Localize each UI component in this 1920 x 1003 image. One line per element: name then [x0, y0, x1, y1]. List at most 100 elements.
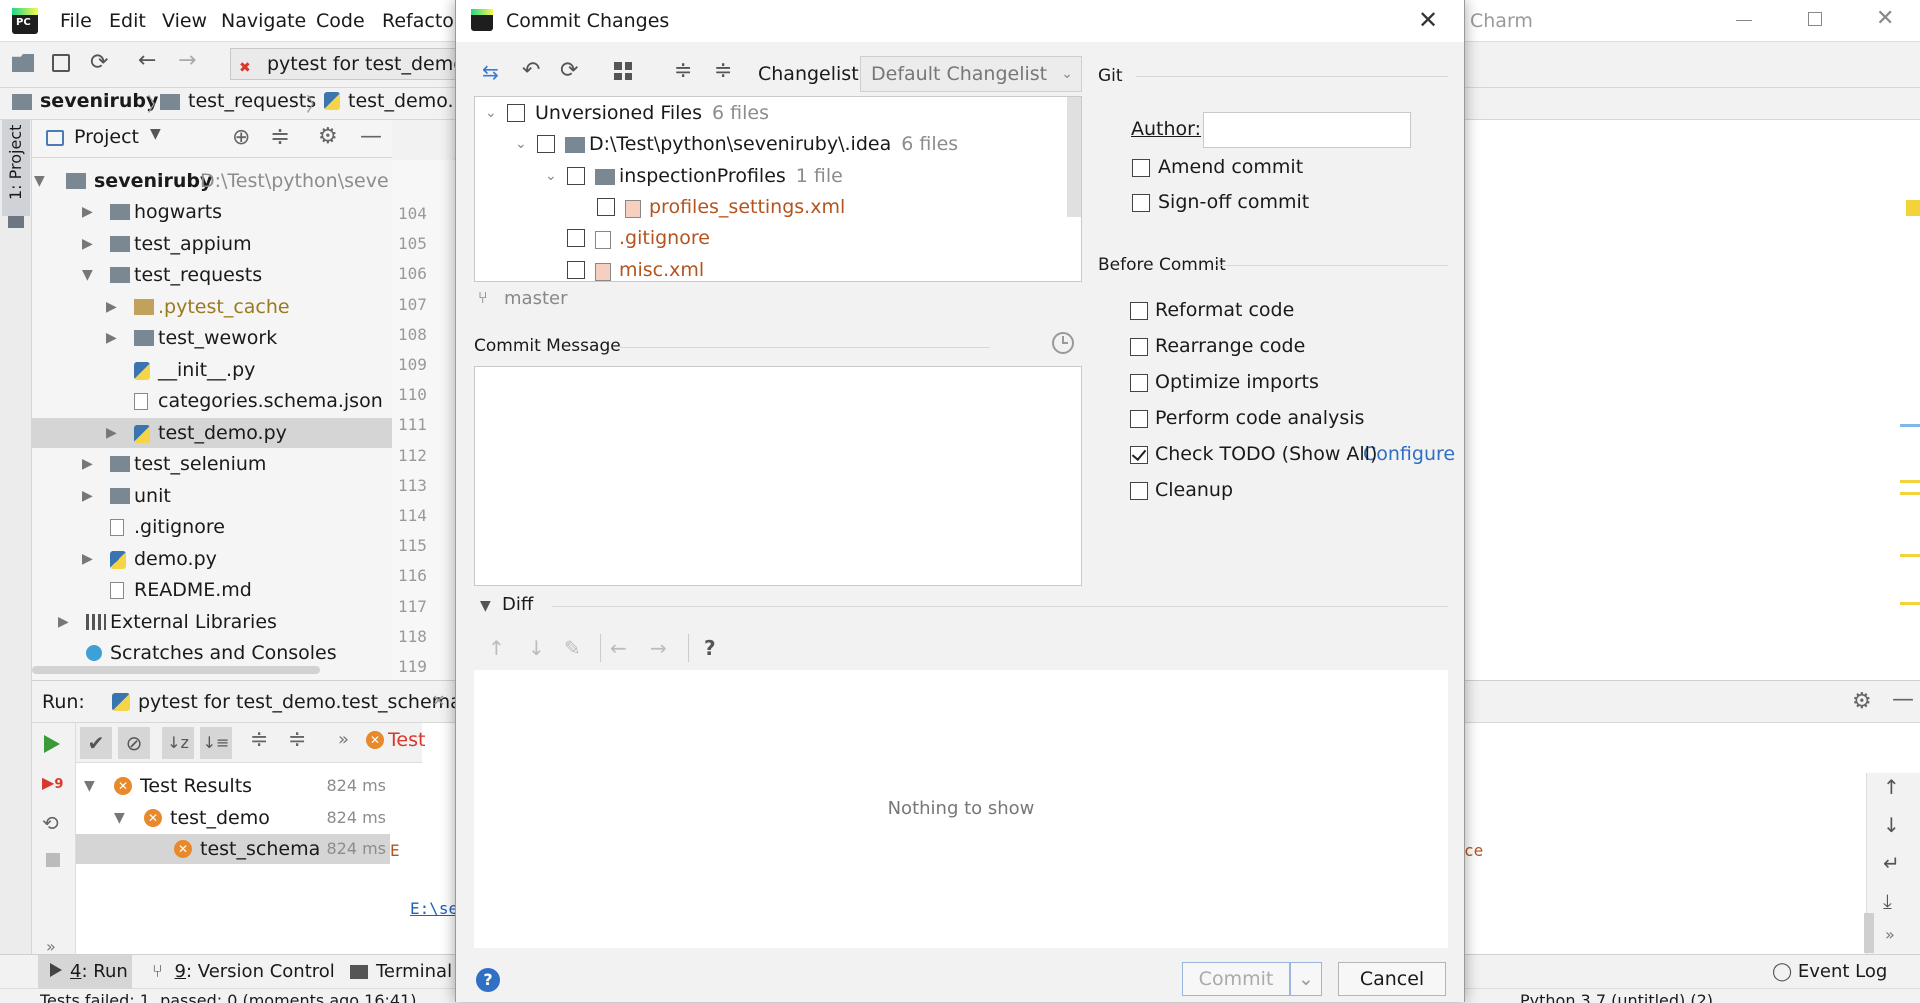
breadcrumb-file[interactable]: test_demo.p	[348, 90, 466, 112]
project-tree-item[interactable]: Scratches and Consoles	[32, 638, 392, 668]
chevron-down-icon[interactable]: ⌄	[515, 129, 527, 159]
show-passed-icon[interactable]: ✔	[80, 727, 112, 759]
run-tab-label[interactable]: pytest for test_demo.test_schema	[138, 691, 462, 713]
project-tree-item[interactable]: ▼ test_requests	[32, 260, 392, 290]
menu-edit[interactable]: Edit	[109, 10, 146, 32]
project-tree-item[interactable]: ▶ External Libraries	[32, 607, 392, 637]
amend-commit-label[interactable]: Amend commit	[1158, 156, 1303, 178]
breadcrumb-folder[interactable]: test_requests	[188, 90, 316, 112]
changelist-dropdown[interactable]: Default Changelist ⌄	[860, 56, 1082, 92]
stop-icon[interactable]	[46, 853, 60, 867]
file-checkbox[interactable]	[597, 197, 615, 216]
chevron-right-icon[interactable]: ▶	[82, 481, 93, 511]
menu-file[interactable]: File	[60, 10, 92, 32]
project-tree-item[interactable]: README.md	[32, 575, 392, 605]
history-icon[interactable]	[1052, 332, 1074, 354]
commit-message-input[interactable]	[474, 366, 1082, 586]
chevron-down-icon[interactable]: ▼	[480, 598, 491, 614]
close-tab-icon[interactable]: ✕	[432, 691, 445, 710]
open-folder-icon[interactable]	[12, 54, 34, 72]
project-root[interactable]: ▼ seveniruby D:\Test\python\seveni	[32, 166, 392, 196]
project-tree-item[interactable]: __init__.py	[32, 355, 392, 385]
help-button[interactable]: ?	[476, 968, 500, 992]
arrow-up-icon[interactable]: ↑	[1883, 775, 1900, 799]
group-by-icon[interactable]	[614, 62, 632, 80]
commit-button[interactable]: Commit	[1182, 962, 1290, 996]
chevron-down-icon[interactable]: ▼	[150, 126, 161, 142]
chevron-down-icon[interactable]: ⌄	[485, 98, 497, 128]
rollback-icon[interactable]: ↶	[522, 58, 540, 83]
changes-tree-item[interactable]: profiles_settings.xml	[475, 192, 1065, 222]
tab-terminal[interactable]: Terminal	[350, 961, 452, 982]
test-result-row[interactable]: ▼ ✕ Test Results 824 ms	[76, 771, 390, 801]
file-checkbox[interactable]	[567, 166, 585, 185]
project-tree-item[interactable]: ▶ test_appium	[32, 229, 392, 259]
minimize-icon[interactable]	[1736, 20, 1752, 21]
vertical-scrollbar[interactable]	[1067, 97, 1081, 217]
chevron-right-icon[interactable]: ▶	[82, 449, 93, 479]
hide-panel-icon[interactable]: —	[360, 124, 382, 149]
before-commit-option-label[interactable]: Perform code analysis	[1155, 407, 1364, 429]
commit-options-dropdown[interactable]: ⌄	[1290, 962, 1322, 996]
horizontal-scrollbar[interactable]	[32, 666, 320, 674]
hide-panel-icon[interactable]: —	[1892, 687, 1914, 712]
soft-wrap-icon[interactable]: ↵	[1883, 851, 1900, 875]
before-commit-checkbox[interactable]	[1130, 302, 1148, 320]
chevron-right-icon[interactable]: ▶	[106, 292, 117, 322]
tab-run[interactable]: 4: Run	[38, 955, 132, 989]
changes-tree-item[interactable]: ⌄ inspectionProfiles 1 file	[475, 161, 1065, 191]
save-icon[interactable]	[52, 54, 70, 72]
project-tree-item[interactable]: ▶ demo.py	[32, 544, 392, 574]
project-tree-item[interactable]: ▶ test_selenium	[32, 449, 392, 479]
sort-alpha-icon[interactable]: ↓z	[162, 727, 194, 759]
back-icon[interactable]: ←	[138, 48, 156, 73]
console-path-link[interactable]: E:\se	[410, 899, 458, 918]
project-panel-title[interactable]: Project	[74, 126, 139, 148]
before-commit-option-label[interactable]: Check TODO (Show All)	[1155, 443, 1377, 465]
test-result-row[interactable]: ✕ test_schema 824 ms	[76, 834, 390, 864]
warning-marker[interactable]	[1906, 200, 1920, 216]
chevron-right-icon[interactable]: ▶	[82, 544, 93, 574]
before-commit-checkbox[interactable]	[1130, 374, 1148, 392]
before-commit-option-label[interactable]: Optimize imports	[1155, 371, 1319, 393]
author-input[interactable]	[1203, 112, 1411, 148]
changes-tree-item[interactable]: .gitignore	[475, 223, 1065, 253]
close-icon[interactable]: ✕	[1418, 6, 1438, 34]
scroll-to-end-icon[interactable]: ⤓	[1883, 889, 1892, 913]
arrow-down-icon[interactable]: ↓	[528, 636, 545, 660]
chevron-right-icon[interactable]: ▶	[106, 323, 117, 353]
menu-code[interactable]: Code	[316, 10, 365, 32]
expand-all-icon[interactable]: ≑	[674, 58, 692, 83]
edit-source-icon[interactable]: ✎	[564, 636, 581, 660]
before-commit-checkbox[interactable]	[1130, 338, 1148, 356]
before-commit-option-label[interactable]: Reformat code	[1155, 299, 1294, 321]
arrow-right-icon[interactable]: →	[650, 636, 667, 660]
refresh-icon[interactable]: ⟳	[560, 58, 578, 83]
restore-icon[interactable]	[1808, 12, 1822, 26]
chevron-right-icon[interactable]: ▶	[106, 418, 117, 448]
vertical-scrollbar[interactable]	[1864, 913, 1874, 953]
arrow-down-icon[interactable]: ↓	[1883, 813, 1900, 837]
menu-navigate[interactable]: Navigate	[221, 10, 306, 32]
gear-icon[interactable]: ⚙	[318, 124, 338, 149]
chevron-right-icon[interactable]: ▶	[82, 197, 93, 227]
changes-tree-item[interactable]: ⌄ D:\Test\python\seveniruby\.idea 6 files	[475, 129, 1065, 159]
changes-tree-item[interactable]: ⌄ Unversioned Files 6 files	[475, 98, 1065, 128]
project-tree-item[interactable]: categories.schema.json	[32, 386, 392, 416]
forward-icon[interactable]: →	[178, 48, 196, 73]
rerun-failed-icon[interactable]: ⟲	[42, 811, 59, 835]
interpreter-status[interactable]: Python 3.7 (untitled) (2)	[1520, 991, 1713, 1003]
locate-icon[interactable]: ⊕	[232, 125, 250, 150]
before-commit-checkbox[interactable]	[1130, 446, 1148, 464]
file-checkbox[interactable]	[537, 135, 555, 154]
file-checkbox[interactable]	[507, 104, 525, 122]
project-tree-item[interactable]: ▶ test_wework	[32, 323, 392, 353]
expand-all-icon[interactable]: ≑	[250, 727, 268, 752]
chevron-right-icon[interactable]: ▶	[58, 607, 69, 637]
project-tree-item[interactable]: ▶ .pytest_cache	[32, 292, 392, 322]
signoff-commit-label[interactable]: Sign-off commit	[1158, 191, 1309, 213]
project-tree-item[interactable]: .gitignore	[32, 512, 392, 542]
breadcrumb-root[interactable]: seveniruby	[40, 90, 158, 112]
collapse-all-icon[interactable]: ≑	[288, 727, 306, 752]
arrow-up-icon[interactable]: ↑	[488, 636, 505, 660]
